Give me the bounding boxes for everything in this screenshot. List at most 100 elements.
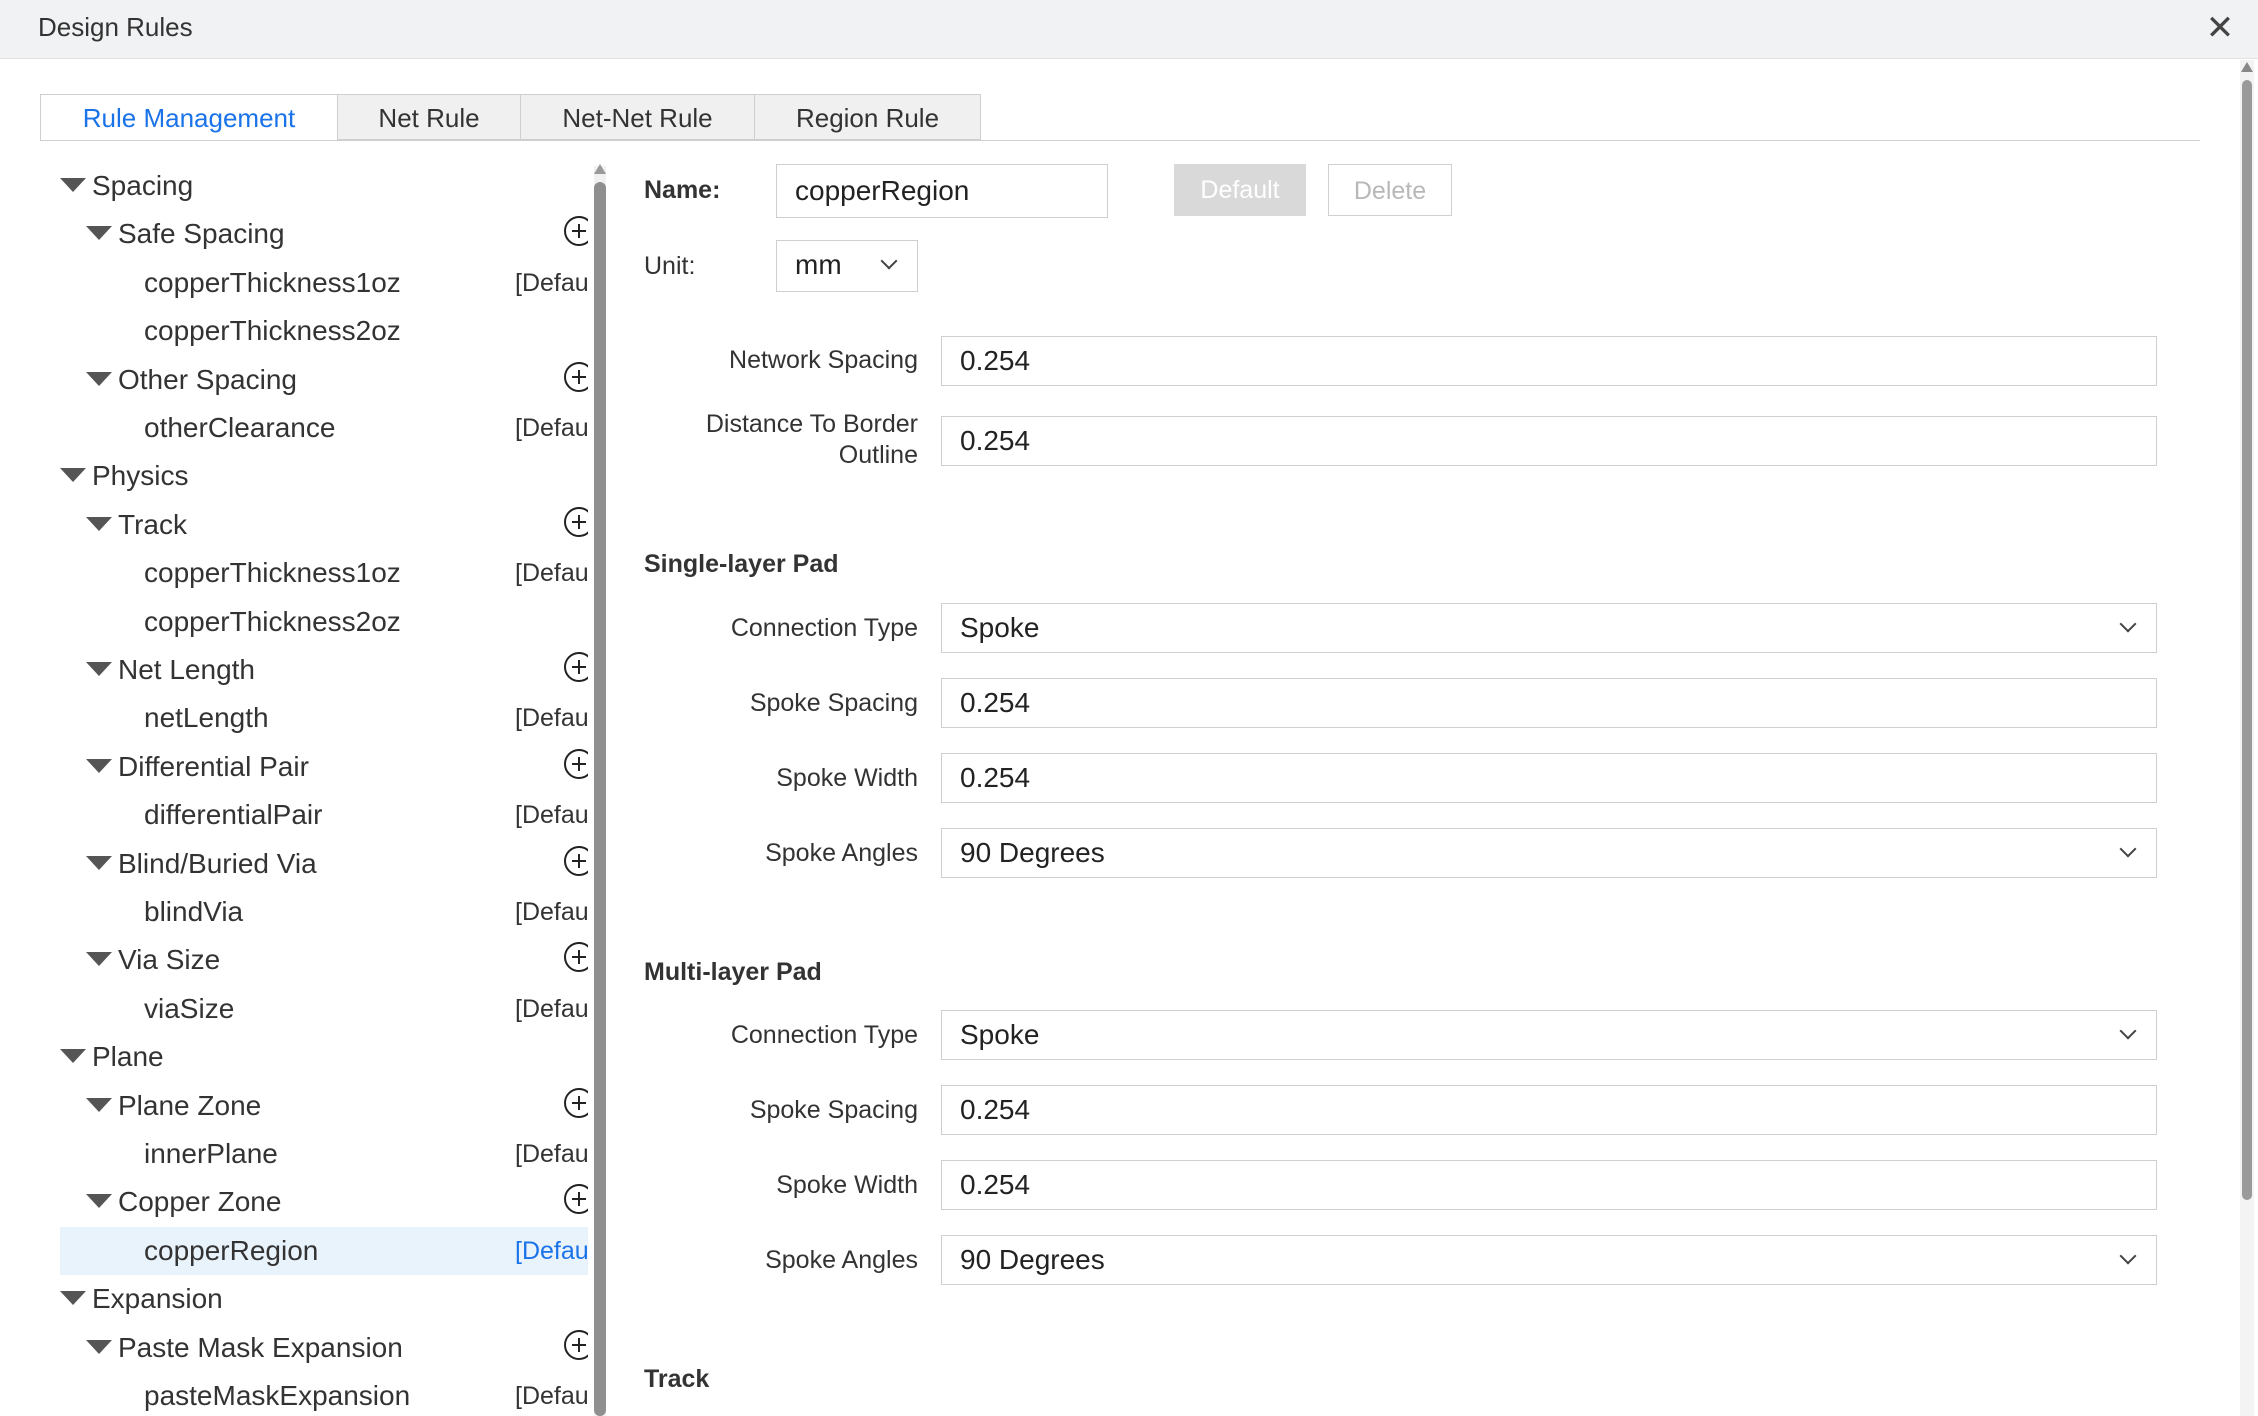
tree-item-label: Via Size	[118, 944, 221, 975]
single-layer-heading: Single-layer Pad	[644, 550, 839, 578]
tree-item[interactable]: copperThickness1oz [Default]	[60, 259, 588, 307]
network-spacing-input[interactable]: 0.254	[941, 336, 2157, 386]
tree-item[interactable]: Track	[60, 501, 588, 549]
tree-item-label: netLength	[144, 702, 269, 733]
tab-net-net-rule[interactable]: Net-Net Rule	[520, 94, 755, 140]
scroll-up-arrow-icon[interactable]	[2241, 62, 2253, 72]
tree-item-label: differentialPair	[144, 799, 323, 830]
tree-item[interactable]: otherClearance [Default]	[60, 404, 588, 452]
add-circle-icon[interactable]	[564, 507, 588, 537]
expand-triangle-icon[interactable]	[86, 952, 112, 966]
tree-item[interactable]: copperThickness2oz	[60, 307, 588, 355]
default-badge: [Default]	[515, 995, 588, 1023]
expand-triangle-icon[interactable]	[86, 372, 112, 386]
ml-spoke-angles-label: Spoke Angles	[765, 1246, 918, 1274]
unit-value: mm	[795, 249, 842, 280]
tree-item[interactable]: Differential Pair	[60, 743, 588, 791]
expand-triangle-icon[interactable]	[60, 1291, 86, 1305]
add-circle-icon[interactable]	[564, 362, 588, 392]
network-spacing-label: Network Spacing	[729, 346, 918, 374]
default-button[interactable]: Default	[1174, 164, 1306, 216]
sl-connection-type-value: Spoke	[960, 612, 1040, 643]
tree-item[interactable]: Spacing	[60, 162, 588, 210]
expand-triangle-icon[interactable]	[86, 1194, 112, 1208]
sl-spoke-spacing-input[interactable]: 0.254	[941, 678, 2157, 728]
expand-triangle-icon[interactable]	[60, 178, 86, 192]
tree-item[interactable]: Paste Mask Expansion	[60, 1324, 588, 1372]
tree-item[interactable]: Via Size	[60, 936, 588, 984]
expand-triangle-icon[interactable]	[86, 1340, 112, 1354]
ml-connection-type-select[interactable]: Spoke	[941, 1010, 2157, 1060]
tab-net-rule[interactable]: Net Rule	[337, 94, 521, 140]
tree-item[interactable]: Plane	[60, 1033, 588, 1081]
add-circle-icon[interactable]	[564, 942, 588, 972]
tree-item[interactable]: differentialPair [Default]	[60, 791, 588, 839]
add-circle-icon[interactable]	[564, 1330, 588, 1360]
ml-connection-type-label: Connection Type	[730, 1021, 918, 1049]
tree-item-label: Paste Mask Expansion	[118, 1332, 403, 1363]
ml-spoke-spacing-input[interactable]: 0.254	[941, 1085, 2157, 1135]
add-circle-icon[interactable]	[564, 1088, 588, 1118]
tree-item-label: innerPlane	[144, 1138, 278, 1169]
tree-item[interactable]: copperThickness2oz	[60, 598, 588, 646]
sl-connection-type-select[interactable]: Spoke	[941, 603, 2157, 653]
tree-item[interactable]: netLength [Default]	[60, 694, 588, 742]
tree-item[interactable]: Net Length	[60, 646, 588, 694]
expand-triangle-icon[interactable]	[86, 1098, 112, 1112]
tree-item[interactable]: Copper Zone	[60, 1178, 588, 1226]
default-badge: [Default]	[515, 559, 588, 587]
tree-scrollbar-thumb[interactable]	[594, 182, 606, 1416]
tree-item-label: Copper Zone	[118, 1186, 282, 1217]
sl-spoke-angles-value: 90 Degrees	[960, 837, 1105, 868]
design-rules-dialog: Design Rules ✕ Rule Management Net Rule …	[0, 0, 2258, 1416]
unit-select[interactable]: mm	[776, 240, 918, 292]
expand-triangle-icon[interactable]	[86, 226, 112, 240]
add-circle-icon[interactable]	[564, 749, 588, 779]
expand-triangle-icon[interactable]	[86, 759, 112, 773]
multi-layer-heading: Multi-layer Pad	[644, 958, 822, 986]
add-circle-icon[interactable]	[564, 1184, 588, 1214]
sl-spoke-width-label: Spoke Width	[776, 764, 918, 792]
distance-border-input[interactable]: 0.254	[941, 416, 2157, 466]
sl-spoke-width-input[interactable]: 0.254	[941, 753, 2157, 803]
tree-item[interactable]: Other Spacing	[60, 356, 588, 404]
tab-rule-management[interactable]: Rule Management	[40, 94, 338, 142]
tree-item[interactable]: Expansion	[60, 1275, 588, 1323]
distance-border-label-line2: Outline	[838, 441, 918, 469]
tree-item-label: Track	[118, 509, 187, 540]
expand-triangle-icon[interactable]	[86, 856, 112, 870]
tree-item[interactable]: pasteMaskExpansion [Default]	[60, 1372, 588, 1416]
expand-triangle-icon[interactable]	[86, 517, 112, 531]
window-title: Design Rules	[38, 12, 193, 42]
rule-tree: Spacing Safe Spacing copperThickness1oz [De…	[40, 162, 588, 1416]
ml-spoke-width-input[interactable]: 0.254	[941, 1160, 2157, 1210]
name-input[interactable]: copperRegion	[776, 164, 1108, 218]
tree-item[interactable]: copperRegion [Default]	[60, 1227, 588, 1275]
delete-button[interactable]: Delete	[1328, 164, 1452, 216]
track-heading: Track	[644, 1365, 710, 1393]
tree-item[interactable]: Blind/Buried Via	[60, 840, 588, 888]
add-circle-icon[interactable]	[564, 652, 588, 682]
tree-item-label: copperThickness1oz	[144, 267, 401, 298]
tree-item[interactable]: Physics	[60, 452, 588, 500]
expand-triangle-icon[interactable]	[86, 662, 112, 676]
expand-triangle-icon[interactable]	[60, 1049, 86, 1063]
add-circle-icon[interactable]	[564, 216, 588, 246]
ml-spoke-angles-select[interactable]: 90 Degrees	[941, 1235, 2157, 1285]
form-scrollbar-thumb[interactable]	[2242, 80, 2252, 1200]
tree-item[interactable]: innerPlane [Default]	[60, 1130, 588, 1178]
scroll-up-arrow-icon[interactable]	[594, 164, 606, 174]
tree-item-label: Plane	[92, 1041, 164, 1072]
unit-label: Unit:	[644, 252, 696, 280]
tree-item[interactable]: Safe Spacing	[60, 210, 588, 258]
tree-item[interactable]: Plane Zone	[60, 1082, 588, 1130]
sl-spoke-angles-select[interactable]: 90 Degrees	[941, 828, 2157, 878]
tab-region-rule[interactable]: Region Rule	[754, 94, 981, 140]
tree-item[interactable]: blindVia [Default]	[60, 888, 588, 936]
close-icon[interactable]: ✕	[2200, 8, 2240, 48]
tree-item[interactable]: viaSize [Default]	[60, 985, 588, 1033]
expand-triangle-icon[interactable]	[60, 468, 86, 482]
add-circle-icon[interactable]	[564, 846, 588, 876]
tree-item[interactable]: copperThickness1oz [Default]	[60, 549, 588, 597]
tree-item-label: Net Length	[118, 654, 255, 685]
